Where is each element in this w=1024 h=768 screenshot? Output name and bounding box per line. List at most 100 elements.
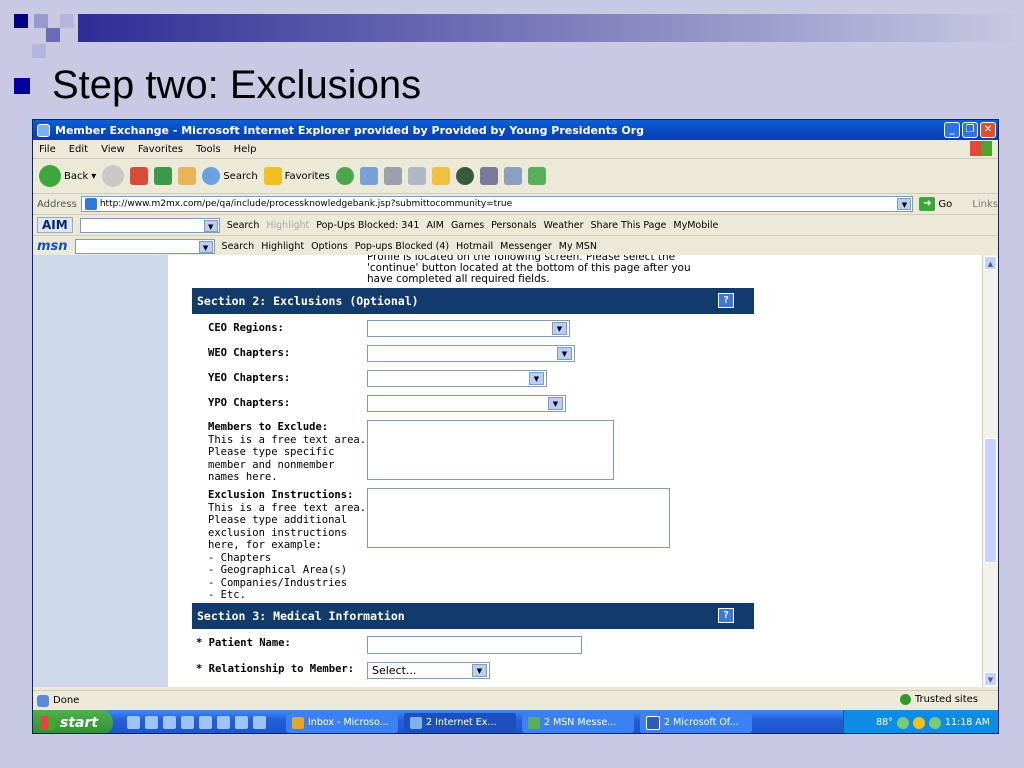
firefox-quicklaunch-icon[interactable] bbox=[145, 716, 158, 729]
scroll-down-icon[interactable]: ▼ bbox=[984, 672, 997, 686]
aim-highlight-button[interactable]: Highlight bbox=[266, 220, 309, 231]
close-button[interactable]: ✕ bbox=[980, 122, 996, 138]
excel-quicklaunch-icon[interactable] bbox=[235, 716, 248, 729]
aim-tray-icon[interactable] bbox=[912, 716, 925, 729]
folder-icon[interactable] bbox=[431, 167, 450, 185]
aim-share-button[interactable]: Share This Page bbox=[591, 220, 667, 231]
msn-messenger-button[interactable]: Messenger bbox=[500, 241, 552, 252]
chevron-down-icon[interactable]: ▼ bbox=[552, 322, 567, 335]
aim-weather-button[interactable]: Weather bbox=[544, 220, 584, 231]
msn-hotmail-button[interactable]: Hotmail bbox=[456, 241, 493, 252]
help-icon[interactable]: ? bbox=[718, 608, 734, 623]
scroll-up-icon[interactable]: ▲ bbox=[984, 256, 997, 270]
minimize-button[interactable]: _ bbox=[944, 122, 960, 138]
menu-edit[interactable]: Edit bbox=[69, 144, 88, 155]
history-icon[interactable] bbox=[335, 167, 354, 185]
page-content: Profile is located on the following scre… bbox=[33, 255, 983, 687]
links-button[interactable]: Links bbox=[972, 199, 998, 210]
help-icon[interactable]: ? bbox=[718, 293, 734, 308]
msn-options-button[interactable]: Options bbox=[311, 241, 348, 252]
address-label: Address bbox=[37, 198, 77, 210]
chevron-down-icon[interactable]: ▼ bbox=[472, 664, 487, 677]
mail-icon[interactable] bbox=[359, 167, 378, 185]
vertical-scrollbar[interactable]: ▲ ▼ bbox=[982, 255, 998, 687]
task-microsoft-office[interactable]: 2 Microsoft Of... bbox=[640, 712, 752, 733]
go-button[interactable]: ➜ Go bbox=[919, 197, 952, 211]
aim-personals-button[interactable]: Personals bbox=[491, 220, 536, 231]
aim-search-button[interactable]: Search bbox=[227, 220, 260, 231]
exclusion-instructions-textarea[interactable] bbox=[367, 488, 670, 548]
notepad-quicklaunch-icon[interactable] bbox=[253, 716, 266, 729]
start-button[interactable]: start bbox=[33, 710, 113, 733]
patient-name-input[interactable] bbox=[367, 636, 582, 654]
msn-search-field[interactable]: ▼ bbox=[74, 238, 215, 254]
research-icon[interactable] bbox=[455, 167, 474, 185]
home-icon[interactable] bbox=[178, 167, 197, 185]
forward-icon[interactable] bbox=[102, 165, 125, 187]
media-quicklaunch-icon[interactable] bbox=[199, 716, 212, 729]
edit-icon[interactable] bbox=[407, 167, 426, 185]
address-input[interactable]: http://www.m2mx.com/pe/qa/include/proces… bbox=[80, 196, 914, 212]
msn-mymsn-button[interactable]: My MSN bbox=[559, 241, 597, 252]
msn-popups-blocked[interactable]: Pop-ups Blocked (4) bbox=[355, 241, 449, 252]
members-exclude-textarea[interactable] bbox=[367, 420, 614, 480]
aim-logo[interactable]: AIM bbox=[37, 217, 73, 233]
aim-popups-blocked[interactable]: Pop-Ups Blocked: 341 bbox=[316, 220, 419, 231]
weo-chapters-select[interactable]: ▼ bbox=[367, 345, 575, 362]
left-nav-pane bbox=[33, 255, 168, 687]
print-icon[interactable] bbox=[383, 167, 402, 185]
relationship-select[interactable]: Select... ▼ bbox=[367, 662, 490, 679]
aim-menu-button[interactable]: AIM bbox=[426, 220, 444, 231]
yeo-chapters-select[interactable]: ▼ bbox=[367, 370, 547, 387]
chevron-down-icon[interactable]: ▼ bbox=[557, 347, 572, 360]
word-quicklaunch-icon[interactable] bbox=[181, 716, 194, 729]
chevron-down-icon[interactable]: ▼ bbox=[548, 397, 563, 410]
star-icon bbox=[263, 167, 282, 185]
msn-dropdown-icon[interactable]: ▼ bbox=[198, 240, 213, 253]
aim-games-button[interactable]: Games bbox=[451, 220, 484, 231]
exclusion-desc-line: - Etc. bbox=[208, 589, 246, 601]
outlook-quicklaunch-icon[interactable] bbox=[217, 716, 230, 729]
back-button[interactable]: Back ▾ bbox=[39, 165, 96, 187]
msn-search-button[interactable]: Search bbox=[222, 241, 255, 252]
menu-help[interactable]: Help bbox=[234, 144, 257, 155]
go-arrow-icon: ➜ bbox=[919, 197, 936, 211]
temperature[interactable]: 88° bbox=[876, 717, 893, 728]
zone-text: Trusted sites bbox=[914, 694, 978, 705]
aim-search-field[interactable]: ▼ bbox=[79, 217, 220, 233]
menu-tools[interactable]: Tools bbox=[196, 144, 221, 155]
menu-view[interactable]: View bbox=[101, 144, 125, 155]
favorites-label: Favorites bbox=[284, 170, 330, 182]
refresh-icon[interactable] bbox=[154, 167, 173, 185]
relationship-label: * Relationship to Member: bbox=[196, 663, 355, 675]
aim-quicklaunch-icon[interactable] bbox=[163, 716, 176, 729]
task-internet-explorer[interactable]: 2 Internet Ex... bbox=[404, 712, 516, 733]
stop-icon[interactable] bbox=[130, 167, 149, 185]
ie-quicklaunch-icon[interactable] bbox=[127, 716, 140, 729]
security-icon[interactable] bbox=[928, 716, 941, 729]
browser-window: Member Exchange - Microsoft Internet Exp… bbox=[32, 119, 999, 734]
menu-favorites[interactable]: Favorites bbox=[138, 144, 183, 155]
buddies-icon[interactable] bbox=[527, 167, 546, 185]
task-inbox[interactable]: Inbox - Microso... bbox=[286, 712, 398, 733]
ypo-chapters-select[interactable]: ▼ bbox=[367, 395, 566, 412]
decor-square-dark bbox=[14, 14, 28, 28]
task-msn-messenger[interactable]: 2 MSN Messe... bbox=[522, 712, 634, 733]
scroll-thumb[interactable] bbox=[984, 438, 997, 563]
clock[interactable]: 11:18 AM bbox=[945, 717, 990, 728]
messenger-icon[interactable] bbox=[503, 167, 522, 185]
favorites-button[interactable]: Favorites bbox=[263, 167, 330, 185]
ceo-regions-select[interactable]: ▼ bbox=[367, 320, 570, 337]
aim-dropdown-icon[interactable]: ▼ bbox=[203, 219, 218, 232]
chevron-down-icon[interactable]: ▼ bbox=[529, 372, 544, 385]
media-icon[interactable] bbox=[479, 167, 498, 185]
maximize-button[interactable]: ❐ bbox=[962, 122, 978, 138]
address-dropdown-icon[interactable]: ▼ bbox=[897, 198, 912, 210]
network-icon[interactable] bbox=[896, 716, 909, 729]
msn-highlight-button[interactable]: Highlight bbox=[261, 241, 304, 252]
search-button[interactable]: Search bbox=[202, 167, 258, 185]
check-icon bbox=[899, 694, 911, 705]
aim-mymobile-button[interactable]: MyMobile bbox=[673, 220, 718, 231]
msn-logo[interactable]: msn bbox=[37, 239, 68, 254]
menu-file[interactable]: File bbox=[39, 144, 56, 155]
